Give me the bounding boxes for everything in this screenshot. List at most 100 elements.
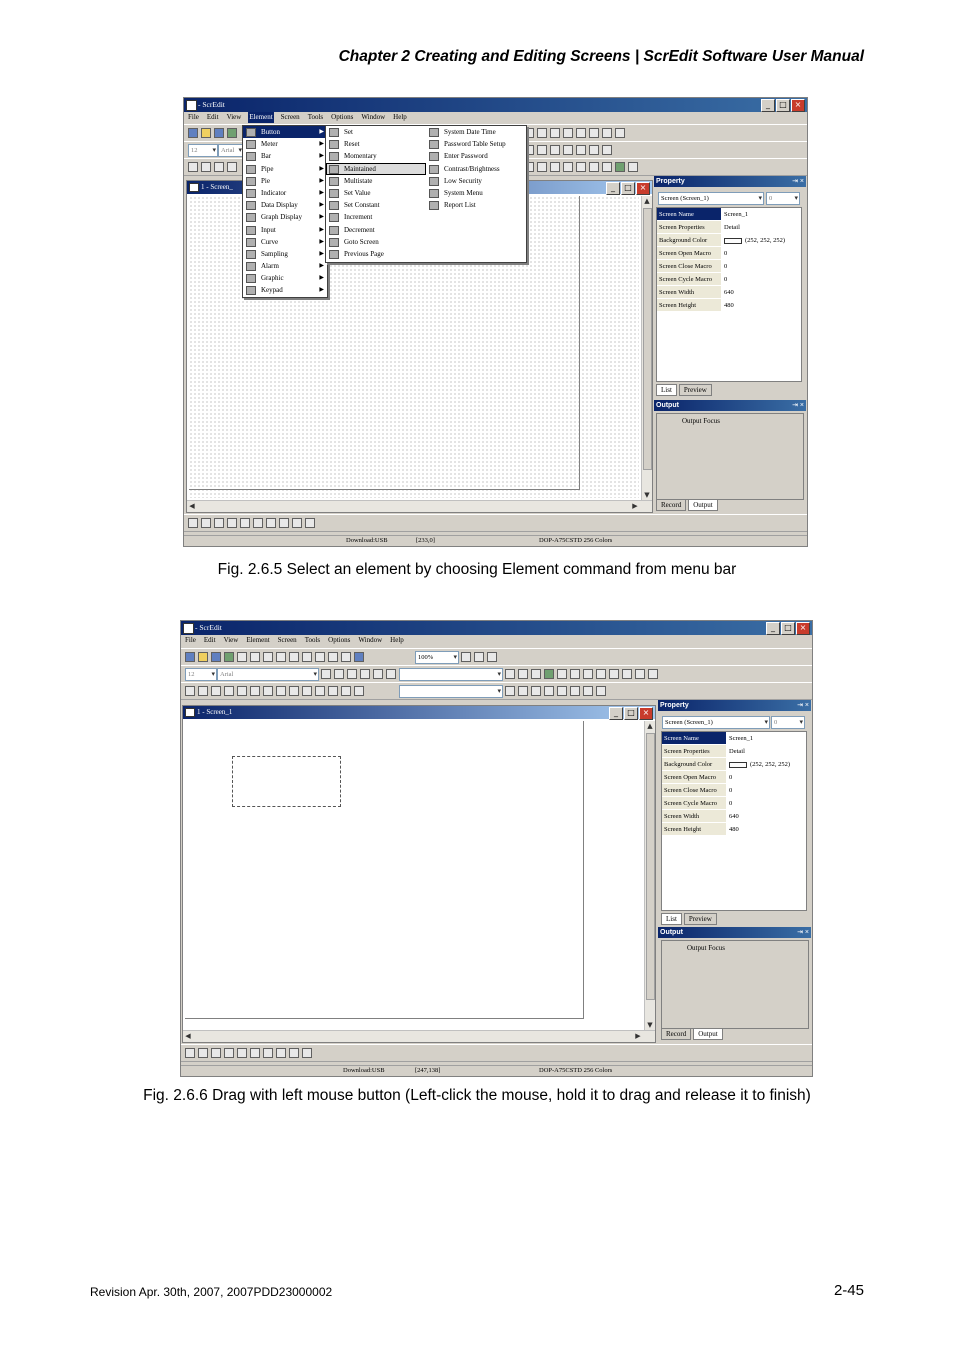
menu-help[interactable]: Help bbox=[392, 112, 408, 123]
menu-help[interactable]: Help bbox=[389, 635, 405, 646]
copy-icon[interactable] bbox=[276, 652, 286, 662]
close-button[interactable]: × bbox=[791, 99, 805, 112]
delete-icon[interactable] bbox=[302, 652, 312, 662]
menu-item-button[interactable]: Button ▶ bbox=[243, 126, 327, 139]
tab-preview[interactable]: Preview bbox=[683, 913, 717, 925]
submenu-item-set[interactable]: Set bbox=[326, 126, 426, 138]
order-icon[interactable] bbox=[602, 128, 612, 138]
menu-item-curve[interactable]: Curve ▶ bbox=[243, 236, 327, 248]
property-object-combo[interactable]: Screen (Screen_1) bbox=[658, 192, 764, 205]
menu-item-bar[interactable]: Bar ▶ bbox=[243, 150, 327, 162]
pipe-tool-icon[interactable] bbox=[227, 162, 237, 172]
bring-front-icon[interactable] bbox=[214, 518, 224, 528]
property-spin[interactable]: 0 bbox=[771, 716, 805, 729]
pin-close-icon[interactable]: ⇥ × bbox=[797, 700, 809, 711]
send-back-icon[interactable] bbox=[227, 518, 237, 528]
tool-icon[interactable] bbox=[531, 686, 541, 696]
tab-output[interactable]: Output bbox=[693, 1028, 723, 1040]
menu-element[interactable]: Element bbox=[245, 635, 270, 646]
tab-record[interactable]: Record bbox=[656, 499, 687, 511]
zoom-combo[interactable]: 100% bbox=[415, 651, 459, 664]
sampling-tool-icon[interactable] bbox=[315, 686, 325, 696]
align-tool-icon[interactable] bbox=[185, 1048, 195, 1058]
pie-tool-icon[interactable] bbox=[237, 686, 247, 696]
underline-icon[interactable] bbox=[531, 669, 541, 679]
align-bottom-icon[interactable] bbox=[386, 669, 396, 679]
compile-icon[interactable] bbox=[328, 652, 338, 662]
element-combo[interactable] bbox=[399, 685, 503, 698]
tool-icon[interactable] bbox=[557, 686, 567, 696]
tool-icon[interactable] bbox=[518, 686, 528, 696]
scroll-left-icon[interactable]: ◀ bbox=[183, 1031, 193, 1041]
scroll-down-icon[interactable]: ▼ bbox=[642, 490, 652, 500]
tab-list[interactable]: List bbox=[656, 384, 677, 396]
submenu-item-momentary[interactable]: Momentary bbox=[326, 150, 426, 162]
vertical-scrollbar[interactable]: ▲ ▼ bbox=[641, 196, 652, 500]
backward-icon[interactable] bbox=[253, 518, 263, 528]
align-tool-icon[interactable] bbox=[188, 518, 198, 528]
grid-icon[interactable] bbox=[570, 669, 580, 679]
redo-icon[interactable] bbox=[589, 162, 599, 172]
group-icon[interactable] bbox=[609, 669, 619, 679]
button-tool-icon[interactable] bbox=[185, 686, 195, 696]
tool-icon[interactable] bbox=[505, 686, 515, 696]
menu-options[interactable]: Options bbox=[330, 112, 354, 123]
keypad-tool-icon[interactable] bbox=[354, 686, 364, 696]
distribute-icon[interactable] bbox=[279, 518, 289, 528]
submenu-item-increment[interactable]: Increment bbox=[326, 211, 426, 223]
child-maximize-button[interactable]: □ bbox=[624, 707, 638, 720]
submenu-item-goto-screen[interactable]: Goto Screen bbox=[326, 236, 426, 248]
submenu-item-system-menu[interactable]: System Menu bbox=[426, 187, 526, 199]
undo-icon[interactable] bbox=[576, 162, 586, 172]
tool-icon[interactable] bbox=[570, 686, 580, 696]
submenu-item-low-security[interactable]: Low Security bbox=[426, 175, 526, 187]
paste-icon[interactable] bbox=[289, 652, 299, 662]
property-row[interactable]: Screen Width 640 bbox=[657, 286, 801, 299]
compile-icon[interactable] bbox=[615, 162, 625, 172]
property-row[interactable]: Screen Close Macro 0 bbox=[662, 784, 806, 797]
pipe-tool-icon[interactable] bbox=[224, 686, 234, 696]
indicator-tool-icon[interactable] bbox=[250, 686, 260, 696]
open-icon[interactable] bbox=[198, 652, 208, 662]
child-close-button[interactable]: × bbox=[639, 707, 653, 720]
cut-icon[interactable] bbox=[263, 652, 273, 662]
simulate-icon[interactable] bbox=[628, 162, 638, 172]
submenu-item-password-table[interactable]: Password Table Setup bbox=[426, 138, 526, 150]
distribute-icon[interactable] bbox=[266, 518, 276, 528]
property-row[interactable]: Screen Close Macro 0 bbox=[657, 260, 801, 273]
scroll-thumb[interactable] bbox=[646, 733, 655, 1000]
download-icon[interactable] bbox=[227, 128, 237, 138]
paste-icon[interactable] bbox=[550, 162, 560, 172]
input-tool-icon[interactable] bbox=[289, 686, 299, 696]
align-center-icon[interactable] bbox=[537, 128, 547, 138]
tool-icon[interactable] bbox=[544, 686, 554, 696]
align-left-icon[interactable] bbox=[321, 669, 331, 679]
text-combo[interactable] bbox=[399, 668, 503, 681]
scroll-up-icon[interactable]: ▲ bbox=[642, 196, 652, 206]
tab-record[interactable]: Record bbox=[661, 1028, 692, 1040]
italic-icon[interactable] bbox=[518, 669, 528, 679]
maximize-button[interactable]: □ bbox=[776, 99, 790, 112]
property-row[interactable]: Screen Properties Detail bbox=[662, 745, 806, 758]
font-name-combo[interactable]: Arial bbox=[218, 144, 244, 157]
order-icon[interactable] bbox=[635, 669, 645, 679]
fill-icon[interactable] bbox=[557, 669, 567, 679]
menu-item-graph-display[interactable]: Graph Display ▶ bbox=[243, 211, 327, 223]
snap-icon[interactable] bbox=[583, 669, 593, 679]
property-row[interactable]: Screen Open Macro 0 bbox=[657, 247, 801, 260]
submenu-item-system-date-time[interactable]: System Date Time bbox=[426, 126, 526, 138]
submenu-item-multistate[interactable]: Multistate bbox=[326, 175, 426, 187]
copy-icon[interactable] bbox=[537, 162, 547, 172]
font-size-combo[interactable]: 12 bbox=[185, 668, 217, 681]
menu-edit[interactable]: Edit bbox=[203, 635, 217, 646]
grid-icon[interactable] bbox=[602, 145, 612, 155]
align-top-icon[interactable] bbox=[360, 669, 370, 679]
property-row[interactable]: Screen Open Macro 0 bbox=[662, 771, 806, 784]
send-back-icon[interactable] bbox=[224, 1048, 234, 1058]
download-icon[interactable] bbox=[224, 652, 234, 662]
backward-icon[interactable] bbox=[250, 1048, 260, 1058]
menu-tools[interactable]: Tools bbox=[304, 635, 321, 646]
align-center-icon[interactable] bbox=[334, 669, 344, 679]
menu-screen[interactable]: Screen bbox=[277, 635, 298, 646]
menu-element[interactable]: Element bbox=[248, 112, 274, 123]
